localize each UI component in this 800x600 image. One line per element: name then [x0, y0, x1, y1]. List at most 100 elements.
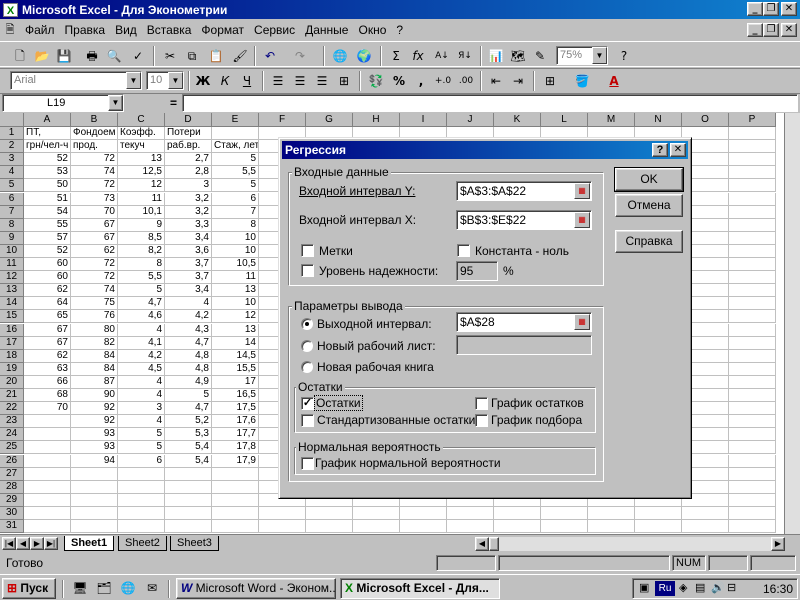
cell[interactable]: 4,7: [118, 297, 165, 311]
residuals-checkbox[interactable]: ✓: [301, 397, 314, 410]
taskbar-word-button[interactable]: W Microsoft Word - Эконом...: [176, 578, 336, 599]
cell[interactable]: 3,2: [165, 205, 212, 219]
cell[interactable]: 12: [212, 310, 259, 324]
select-all-corner[interactable]: [0, 113, 24, 127]
cell[interactable]: 3,4: [165, 231, 212, 245]
menu-window[interactable]: Окно: [353, 23, 391, 37]
row-header[interactable]: 8: [0, 218, 24, 232]
normal-plot-checkbox[interactable]: [301, 457, 314, 470]
cell[interactable]: [212, 480, 259, 494]
column-header[interactable]: L: [541, 113, 588, 127]
line-fit-checkbox[interactable]: [475, 414, 488, 427]
cell[interactable]: 2,7: [165, 153, 212, 167]
document-icon[interactable]: 🗎: [0, 21, 20, 40]
cell[interactable]: 5: [212, 179, 259, 193]
row-header[interactable]: 11: [0, 258, 24, 271]
scroll-thumb[interactable]: [489, 537, 499, 551]
scroll-left-button[interactable]: ◀: [475, 537, 489, 551]
tray-icon[interactable]: ⊟: [727, 581, 736, 594]
cell[interactable]: [729, 389, 776, 402]
font-combo[interactable]: Arial ▼: [10, 71, 142, 90]
cell[interactable]: 93: [71, 441, 118, 455]
formula-input[interactable]: [182, 94, 798, 112]
column-header[interactable]: N: [635, 113, 682, 127]
start-button[interactable]: ⊞ Пуск: [2, 578, 56, 599]
first-sheet-button[interactable]: |◀: [2, 537, 16, 550]
cell[interactable]: 13: [212, 284, 259, 298]
taskbar-excel-button[interactable]: X Microsoft Excel - Для...: [340, 578, 500, 599]
cell[interactable]: [306, 520, 353, 533]
cell[interactable]: [24, 467, 71, 481]
cell[interactable]: грн/чел-ч: [24, 140, 71, 154]
cell[interactable]: 15,5: [212, 362, 259, 376]
cell[interactable]: 5: [118, 441, 165, 455]
currency-icon[interactable]: 💱: [366, 72, 386, 90]
row-header[interactable]: 25: [0, 441, 24, 455]
cell[interactable]: 8,5: [118, 231, 165, 245]
column-header[interactable]: K: [494, 113, 541, 127]
column-header[interactable]: B: [71, 113, 118, 127]
cell[interactable]: 14: [212, 336, 259, 350]
save-icon[interactable]: 💾: [54, 47, 74, 65]
cell[interactable]: 13: [212, 323, 259, 337]
cell[interactable]: [729, 218, 776, 232]
comma-button[interactable]: ,: [411, 72, 431, 90]
cell[interactable]: 70: [71, 205, 118, 219]
minimize-button[interactable]: _: [747, 2, 763, 16]
cell[interactable]: 52: [24, 153, 71, 167]
cell[interactable]: [24, 506, 71, 520]
sheet-tab-1[interactable]: Sheet1: [64, 536, 115, 551]
row-header[interactable]: 1: [0, 127, 24, 140]
cell[interactable]: [729, 467, 776, 481]
cell[interactable]: 90: [71, 389, 118, 402]
cell[interactable]: Стаж, лет: [212, 140, 259, 154]
print-preview-icon[interactable]: 🔍: [104, 47, 124, 65]
menu-tools[interactable]: Сервис: [249, 23, 300, 37]
cell[interactable]: [729, 231, 776, 245]
chart-wizard-icon[interactable]: 📊: [486, 47, 506, 65]
cell[interactable]: [541, 520, 588, 533]
cell[interactable]: 11: [118, 192, 165, 206]
explorer-icon[interactable]: 🗂: [94, 579, 114, 597]
decrease-decimal-icon[interactable]: .00: [456, 72, 476, 90]
cell[interactable]: 17,7: [212, 428, 259, 442]
cell[interactable]: 7: [212, 205, 259, 219]
column-header[interactable]: F: [259, 113, 306, 127]
cell[interactable]: 62: [24, 349, 71, 363]
cell[interactable]: 4,2: [165, 310, 212, 324]
cell[interactable]: [71, 480, 118, 494]
cell[interactable]: 72: [71, 153, 118, 167]
cell[interactable]: Коэфф.: [118, 127, 165, 140]
cell[interactable]: [729, 454, 776, 468]
row-header[interactable]: 3: [0, 153, 24, 167]
row-header[interactable]: 4: [0, 166, 24, 180]
align-left-icon[interactable]: ☰: [268, 72, 288, 90]
cell[interactable]: [588, 520, 635, 533]
new-icon[interactable]: 🗋: [10, 47, 30, 65]
outlook-icon[interactable]: ✉: [142, 579, 162, 597]
row-header[interactable]: 19: [0, 362, 24, 376]
confidence-checkbox[interactable]: [301, 264, 314, 277]
cell[interactable]: 84: [71, 362, 118, 376]
cell[interactable]: 63: [24, 362, 71, 376]
autosum-icon[interactable]: Σ: [386, 47, 406, 65]
column-header[interactable]: H: [353, 113, 400, 127]
cell[interactable]: [729, 375, 776, 389]
cell[interactable]: 72: [71, 179, 118, 193]
font-color-icon[interactable]: A: [604, 72, 624, 90]
cell[interactable]: 4: [118, 375, 165, 389]
row-header[interactable]: 10: [0, 244, 24, 258]
menu-view[interactable]: Вид: [110, 23, 142, 37]
collapse-dialog-icon[interactable]: ▦: [574, 183, 590, 199]
cell[interactable]: [165, 467, 212, 481]
cell[interactable]: 3,6: [165, 244, 212, 258]
bold-button[interactable]: Ж: [193, 72, 213, 90]
cell[interactable]: [24, 520, 71, 533]
cell[interactable]: [729, 127, 776, 140]
output-range-field[interactable]: $A$28 ▦: [456, 312, 592, 332]
cell[interactable]: [259, 506, 306, 520]
menu-format[interactable]: Формат: [196, 23, 249, 37]
cell[interactable]: [729, 297, 776, 311]
new-sheet-field[interactable]: [456, 335, 592, 355]
cell[interactable]: 54: [24, 205, 71, 219]
